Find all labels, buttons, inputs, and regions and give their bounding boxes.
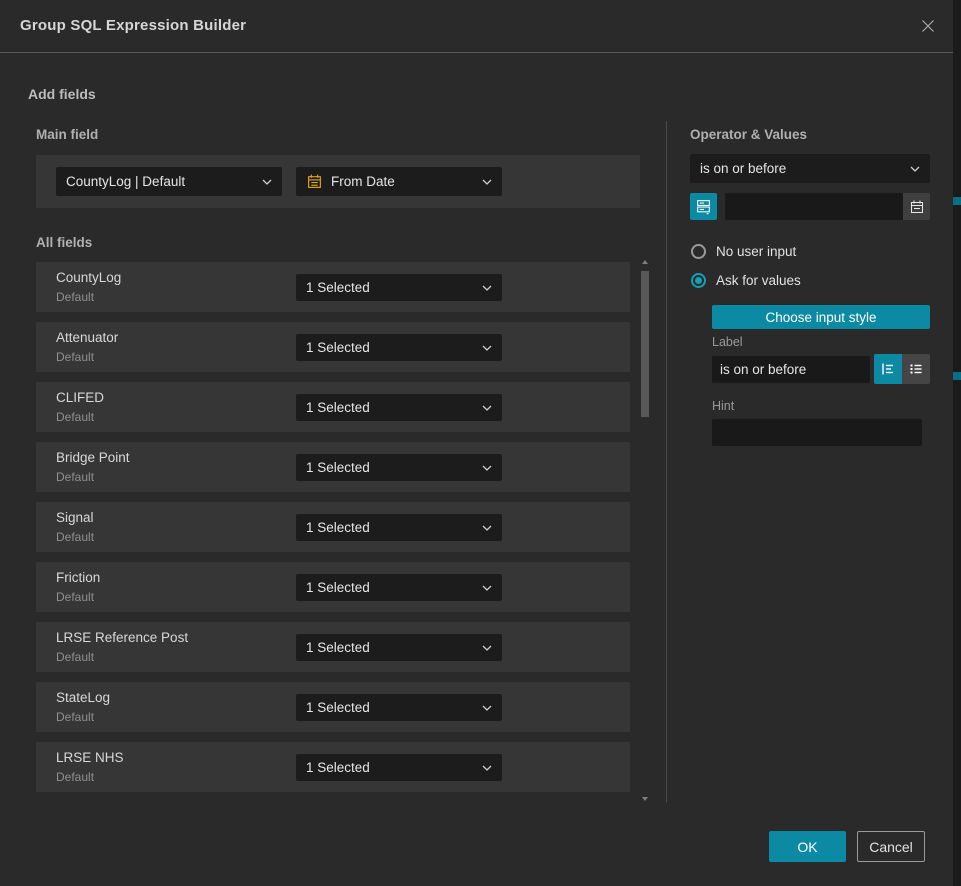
value-input[interactable] bbox=[725, 193, 903, 220]
field-subtitle: Default bbox=[56, 470, 94, 484]
field-row-clifed: CLIFED Default 1 Selected bbox=[36, 382, 630, 432]
radio-label: No user input bbox=[716, 244, 796, 259]
label-input-row bbox=[712, 354, 930, 384]
field-row-friction: Friction Default 1 Selected bbox=[36, 562, 630, 612]
field-row-attenuator: Attenuator Default 1 Selected bbox=[36, 322, 630, 372]
chevron-down-icon bbox=[482, 765, 492, 771]
field-row-statelog: StateLog Default 1 Selected bbox=[36, 682, 630, 732]
operator-values-heading: Operator & Values bbox=[690, 127, 807, 142]
field-name: Bridge Point bbox=[56, 450, 130, 465]
chevron-down-icon bbox=[482, 705, 492, 711]
date-picker-button[interactable] bbox=[903, 193, 930, 220]
field-values-select[interactable]: 1 Selected bbox=[296, 394, 502, 421]
field-subtitle: Default bbox=[56, 770, 94, 784]
all-fields-label: All fields bbox=[36, 235, 92, 250]
field-values-select[interactable]: 1 Selected bbox=[296, 754, 502, 781]
chevron-down-icon bbox=[482, 645, 492, 651]
label-input[interactable] bbox=[712, 356, 870, 383]
operator-select-value: is on or before bbox=[700, 161, 902, 176]
chevron-down-icon bbox=[482, 345, 492, 351]
radio-no-user-input[interactable]: No user input bbox=[691, 244, 796, 259]
chevron-down-icon bbox=[262, 179, 272, 185]
field-name: LRSE Reference Post bbox=[56, 630, 188, 645]
chevron-down-icon bbox=[482, 405, 492, 411]
add-fields-heading: Add fields bbox=[28, 86, 96, 102]
label-caption: Label bbox=[712, 335, 743, 349]
list-style-icon bbox=[908, 361, 924, 377]
field-row-lrse-nhs: LRSE NHS Default 1 Selected bbox=[36, 742, 630, 792]
field-row-countylog: CountyLog Default 1 Selected bbox=[36, 262, 630, 312]
main-layer-select[interactable]: CountyLog | Default bbox=[56, 167, 282, 196]
hint-input[interactable] bbox=[712, 419, 922, 446]
calendar-icon bbox=[909, 199, 925, 215]
field-subtitle: Default bbox=[56, 530, 94, 544]
main-date-field-value: From Date bbox=[331, 174, 474, 189]
operator-select[interactable]: is on or before bbox=[690, 154, 930, 183]
vertical-divider bbox=[666, 121, 667, 802]
value-input-row bbox=[690, 193, 930, 220]
calendar-icon bbox=[306, 173, 323, 190]
field-values-select[interactable]: 1 Selected bbox=[296, 454, 502, 481]
field-row-bridge-point: Bridge Point Default 1 Selected bbox=[36, 442, 630, 492]
main-field-panel: CountyLog | Default From Date bbox=[36, 155, 640, 208]
field-values-select[interactable]: 1 Selected bbox=[296, 694, 502, 721]
field-values-select[interactable]: 1 Selected bbox=[296, 634, 502, 661]
field-name: LRSE NHS bbox=[56, 750, 124, 765]
single-line-style-icon bbox=[880, 361, 896, 377]
radio-label: Ask for values bbox=[716, 273, 801, 288]
radio-icon bbox=[691, 244, 706, 259]
fields-scrollbar[interactable] bbox=[639, 255, 652, 806]
field-name: Attenuator bbox=[56, 330, 118, 345]
main-field-label: Main field bbox=[36, 127, 98, 142]
field-name: CLIFED bbox=[56, 390, 104, 405]
field-values-select[interactable]: 1 Selected bbox=[296, 274, 502, 301]
field-subtitle: Default bbox=[56, 710, 94, 724]
field-subtitle: Default bbox=[56, 290, 94, 304]
field-row-signal: Signal Default 1 Selected bbox=[36, 502, 630, 552]
field-values-select[interactable]: 1 Selected bbox=[296, 514, 502, 541]
single-line-style-button[interactable] bbox=[874, 354, 902, 384]
radio-ask-for-values[interactable]: Ask for values bbox=[691, 273, 801, 288]
chevron-down-icon bbox=[482, 585, 492, 591]
operator-values-panel: Operator & Values is on or before bbox=[690, 0, 930, 886]
cancel-button[interactable]: Cancel bbox=[857, 831, 925, 862]
choose-input-style-button[interactable]: Choose input style bbox=[712, 305, 930, 329]
main-layer-select-value: CountyLog | Default bbox=[66, 174, 254, 189]
field-subtitle: Default bbox=[56, 650, 94, 664]
field-values-select[interactable]: 1 Selected bbox=[296, 334, 502, 361]
field-values-select[interactable]: 1 Selected bbox=[296, 574, 502, 601]
field-name: Signal bbox=[56, 510, 94, 525]
list-style-button[interactable] bbox=[902, 354, 930, 384]
field-name: StateLog bbox=[56, 690, 110, 705]
dialog-title: Group SQL Expression Builder bbox=[20, 0, 246, 52]
chevron-down-icon bbox=[482, 465, 492, 471]
unique-values-button[interactable] bbox=[690, 193, 717, 220]
radio-icon-selected bbox=[691, 273, 706, 288]
hint-caption: Hint bbox=[712, 399, 734, 413]
scroll-down-arrow[interactable] bbox=[642, 797, 648, 801]
background-app-fragment bbox=[953, 197, 961, 205]
scrollbar-thumb[interactable] bbox=[641, 271, 649, 417]
group-sql-expression-builder-dialog: Group SQL Expression Builder Add fields … bbox=[0, 0, 953, 886]
unique-values-icon bbox=[695, 198, 712, 215]
chevron-down-icon bbox=[482, 525, 492, 531]
field-row-lrse-reference-post: LRSE Reference Post Default 1 Selected bbox=[36, 622, 630, 672]
field-subtitle: Default bbox=[56, 590, 94, 604]
chevron-down-icon bbox=[482, 285, 492, 291]
field-subtitle: Default bbox=[56, 410, 94, 424]
background-app-strip bbox=[953, 0, 961, 886]
scroll-up-arrow[interactable] bbox=[642, 260, 648, 264]
field-subtitle: Default bbox=[56, 350, 94, 364]
main-date-field-select[interactable]: From Date bbox=[296, 167, 502, 196]
chevron-down-icon bbox=[482, 179, 492, 185]
background-app-fragment bbox=[953, 372, 961, 380]
all-fields-list: CountyLog Default 1 Selected Attenuator … bbox=[36, 262, 630, 802]
chevron-down-icon bbox=[910, 166, 920, 172]
field-name: CountyLog bbox=[56, 270, 121, 285]
field-name: Friction bbox=[56, 570, 100, 585]
ok-button[interactable]: OK bbox=[769, 831, 846, 862]
